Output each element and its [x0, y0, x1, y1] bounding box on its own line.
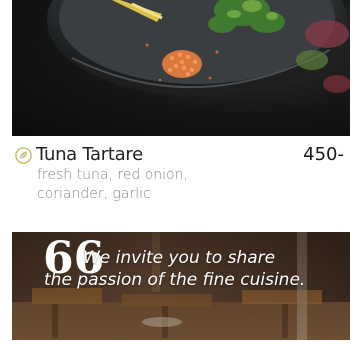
- description-line: fresh tuna, red onion,: [37, 167, 188, 183]
- menu-item: Tuna Tartare 450- fresh tuna, red onion,…: [12, 140, 350, 226]
- invitation-quote: We invite you to share the passion of th…: [44, 247, 344, 291]
- dish-photo: [12, 0, 350, 136]
- quote-line: the passion of the fine cuisine.: [44, 270, 306, 290]
- description-line: coriander, garlic: [37, 186, 151, 202]
- dish-price: 450-: [303, 144, 344, 165]
- leaf-badge-icon: [15, 147, 32, 164]
- menu-page: Tuna Tartare 450- fresh tuna, red onion,…: [0, 0, 354, 344]
- dish-title: Tuna Tartare: [36, 144, 143, 165]
- invitation-banner: 66 We invite you to share the passion of…: [12, 232, 350, 340]
- quote-line: We invite you to share: [83, 248, 276, 268]
- dish-description: fresh tuna, red onion, coriander, garlic: [37, 166, 207, 204]
